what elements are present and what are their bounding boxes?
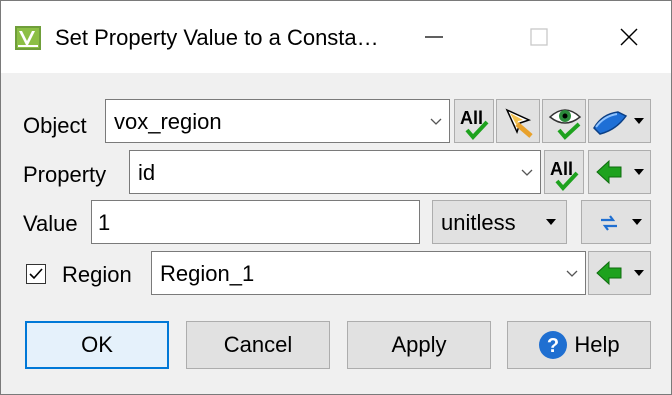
chevron-down-icon — [430, 118, 442, 125]
all-objects-button[interactable]: All — [454, 99, 494, 143]
svg-text:?: ? — [547, 335, 559, 357]
close-button[interactable] — [601, 15, 657, 59]
value-text: 1 — [98, 210, 111, 235]
caret-down-icon — [632, 219, 642, 225]
chevron-down-icon — [521, 169, 533, 176]
green-arrow-left-icon — [596, 159, 622, 185]
all-check-icon: All — [550, 159, 579, 191]
minimize-button[interactable] — [406, 15, 462, 59]
checkmark-icon — [29, 268, 43, 280]
maximize-icon — [530, 28, 548, 46]
apply-label: Apply — [391, 332, 447, 357]
caret-down-icon — [634, 118, 644, 124]
close-icon — [620, 28, 638, 46]
property-label: Property — [23, 162, 107, 187]
unit-dropdown[interactable]: unitless — [432, 200, 567, 244]
all-properties-button[interactable]: All — [544, 150, 584, 194]
all-check-icon: All — [460, 108, 489, 140]
caret-down-icon — [634, 270, 644, 276]
region-value: Region_1 — [160, 261, 255, 286]
region-checkbox[interactable] — [26, 264, 46, 284]
minimize-icon — [425, 36, 443, 38]
cancel-label: Cancel — [223, 332, 293, 357]
object-shape-menu-button[interactable] — [588, 99, 651, 143]
caret-down-icon — [546, 219, 556, 225]
object-label: Object — [23, 113, 87, 138]
swap-menu-button[interactable] — [581, 200, 651, 244]
swap-arrows-icon — [601, 215, 617, 231]
window-title: Set Property Value to a Consta… — [55, 25, 379, 50]
object-value: vox_region — [114, 109, 222, 134]
eye-check-icon — [548, 109, 582, 140]
help-icon: ? — [539, 331, 568, 359]
region-label: Region — [62, 262, 132, 287]
property-combobox[interactable]: id — [129, 150, 541, 194]
property-arrow-menu-button[interactable] — [588, 150, 651, 194]
visible-objects-button[interactable] — [542, 99, 586, 143]
ok-label: OK — [81, 332, 113, 357]
value-label: Value — [23, 211, 78, 236]
region-arrow-menu-button[interactable] — [588, 251, 651, 295]
dialog-window: Set Property Value to a Consta… Object v… — [0, 0, 672, 395]
object-combobox[interactable]: vox_region — [105, 99, 450, 143]
cancel-button[interactable]: Cancel — [186, 321, 330, 369]
chevron-down-icon — [566, 270, 578, 277]
green-arrow-left-icon — [596, 260, 622, 286]
title-bar: Set Property Value to a Consta… — [1, 1, 671, 73]
svg-text:All: All — [550, 159, 573, 179]
ok-button[interactable]: OK — [25, 321, 169, 369]
help-button[interactable]: ? Help — [507, 321, 651, 369]
property-value: id — [138, 160, 156, 185]
unit-value: unitless — [441, 210, 516, 235]
region-combobox[interactable]: Region_1 — [151, 251, 586, 295]
apply-button[interactable]: Apply — [347, 321, 491, 369]
svg-text:All: All — [460, 108, 483, 128]
caret-down-icon — [634, 169, 644, 175]
blue-shape-icon — [593, 111, 628, 135]
pick-object-button[interactable] — [496, 99, 540, 143]
value-input[interactable]: 1 — [91, 200, 420, 244]
help-label: Help — [574, 332, 620, 357]
cursor-pick-icon — [505, 108, 533, 138]
app-logo-icon — [15, 26, 41, 50]
maximize-button[interactable] — [511, 15, 567, 59]
